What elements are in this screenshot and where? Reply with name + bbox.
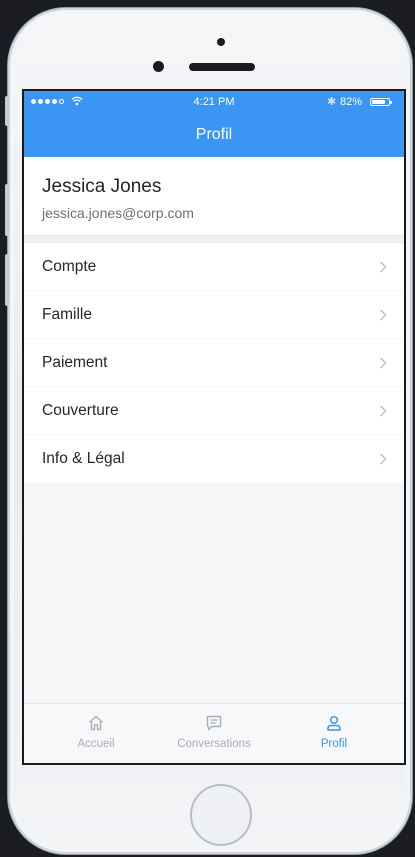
menu-item-label: Compte [42, 258, 97, 275]
tab-accueil[interactable]: Accueil [46, 704, 146, 763]
menu-item-couverture[interactable]: Couverture [24, 387, 404, 435]
chat-icon [206, 715, 222, 731]
status-bar: 4:21 PM ✱ 82% [24, 91, 404, 113]
section-divider [24, 235, 404, 243]
menu-item-label: Famille [42, 306, 92, 323]
tab-conversations[interactable]: Conversations [164, 704, 264, 763]
tab-profil[interactable]: Profil [284, 704, 384, 763]
menu-item-label: Paiement [42, 354, 108, 371]
app-header: 4:21 PM ✱ 82% Profil [24, 91, 404, 157]
tab-label: Profil [320, 738, 348, 750]
menu-item-label: Info & Légal [42, 450, 125, 467]
user-icon [327, 715, 341, 731]
proximity-sensor [217, 38, 225, 46]
user-profile-card: Jessica Jones jessica.jones@corp.com [24, 157, 404, 235]
volume-down-button [5, 254, 9, 306]
tab-bar: Accueil Conversations Profil [24, 703, 404, 763]
tab-label: Accueil [77, 738, 115, 750]
menu-item-info-legal[interactable]: Info & Légal [24, 435, 404, 483]
profile-menu: Compte Famille Paiement Couverture Info … [24, 243, 404, 483]
front-camera [153, 61, 164, 72]
battery-icon [370, 98, 392, 106]
device-frame-stage: 4:21 PM ✱ 82% Profil Jessica Jones jessi… [0, 0, 415, 857]
battery-percentage: 82% [340, 96, 363, 108]
bluetooth-icon: ✱ [327, 96, 337, 108]
tab-label: Conversations [177, 738, 251, 750]
chevron-right-icon [379, 309, 387, 321]
home-button[interactable] [190, 784, 252, 846]
menu-item-label: Couverture [42, 402, 119, 419]
volume-up-button [5, 184, 9, 236]
user-email: jessica.jones@corp.com [42, 205, 194, 221]
chevron-right-icon [379, 405, 387, 417]
mute-switch [5, 96, 9, 126]
app-screen: 4:21 PM ✱ 82% Profil Jessica Jones jessi… [24, 91, 404, 763]
chevron-right-icon [379, 453, 387, 465]
earpiece-speaker [189, 63, 255, 71]
menu-item-compte[interactable]: Compte [24, 243, 404, 291]
chevron-right-icon [379, 357, 387, 369]
menu-item-famille[interactable]: Famille [24, 291, 404, 339]
menu-item-paiement[interactable]: Paiement [24, 339, 404, 387]
user-name: Jessica Jones [42, 176, 162, 197]
home-icon [89, 715, 103, 731]
page-title: Profil [195, 126, 233, 143]
chevron-right-icon [379, 261, 387, 273]
